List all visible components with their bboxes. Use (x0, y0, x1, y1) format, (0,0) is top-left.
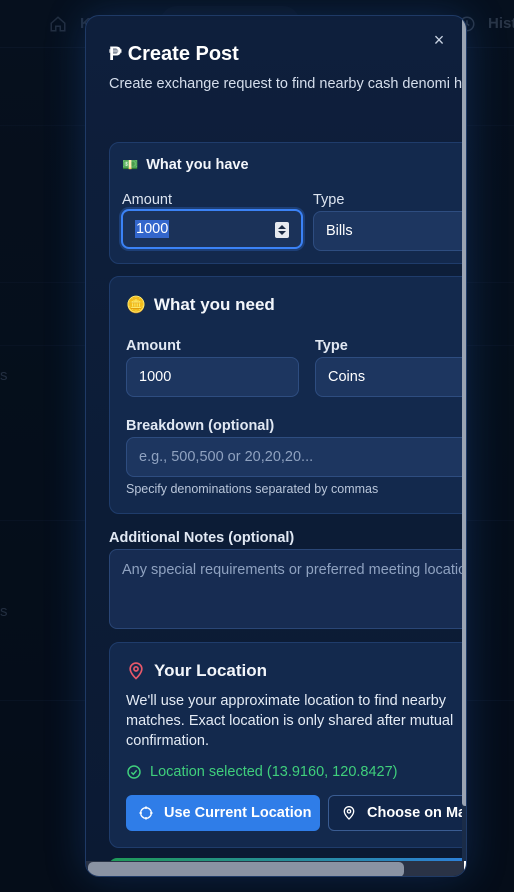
coin-icon: 🪙 (126, 297, 146, 314)
use-current-location-button[interactable]: Use Current Location (126, 795, 320, 831)
breakdown-input[interactable]: e.g., 500,500 or 20,20,20... (126, 437, 464, 477)
need-amount-input[interactable]: 1000 (126, 357, 299, 397)
modal-scroll-area: ₱ Create Post × Create exchange request … (86, 16, 464, 861)
have-type-value: Bills (326, 223, 353, 239)
use-current-location-label: Use Current Location (164, 805, 312, 821)
location-heading: Your Location (126, 661, 267, 681)
map-pin-icon (343, 806, 355, 820)
breakdown-label: Breakdown (optional) (126, 418, 275, 434)
modal-subtitle: Create exchange request to find nearby c… (109, 76, 464, 92)
have-type-select[interactable]: Bills (313, 211, 464, 251)
have-amount-value: 1000 (135, 220, 170, 238)
number-stepper-icon[interactable] (275, 222, 289, 238)
peso-icon: ₱ (109, 43, 122, 65)
notes-textarea[interactable]: Any special requirements or preferred me… (109, 549, 464, 629)
need-amount-value: 1000 (139, 369, 172, 385)
modal-title: ₱ Create Post (109, 43, 239, 66)
notes-placeholder: Any special requirements or preferred me… (122, 562, 464, 578)
have-heading: 💵 What you have (122, 157, 249, 173)
breakdown-placeholder: e.g., 500,500 or 20,20,20... (139, 449, 314, 465)
check-circle-icon (127, 765, 141, 779)
have-heading-text: What you have (146, 157, 249, 173)
horizontal-scrollbar-thumb[interactable] (88, 862, 404, 876)
money-icon: 💵 (122, 157, 139, 172)
location-status-text: Location selected (13.9160, 120.8427) (150, 764, 398, 780)
vertical-scrollbar[interactable] (462, 16, 466, 861)
vertical-scrollbar-thumb[interactable] (462, 16, 466, 806)
modal-title-text: Create Post (127, 43, 239, 65)
breakdown-hint: Specify denominations separated by comma… (126, 482, 379, 496)
need-amount-label: Amount (126, 338, 181, 354)
location-status: Location selected (13.9160, 120.8427) (126, 764, 398, 780)
location-heading-text: Your Location (154, 661, 268, 680)
location-description: We'll use your approximate location to f… (126, 693, 454, 749)
need-type-value: Coins (328, 369, 366, 385)
need-heading: 🪙 What you need (126, 295, 275, 315)
map-pin-icon (129, 662, 143, 680)
have-section: 💵 What you have Amount 1000 Type Bills (109, 142, 464, 264)
need-type-label: Type (315, 338, 348, 354)
have-type-label: Type (313, 192, 345, 208)
need-heading-text: What you need (153, 295, 275, 314)
choose-on-map-label: Choose on Ma (367, 805, 464, 821)
close-icon[interactable]: × (429, 30, 449, 50)
create-post-modal: ₱ Create Post × Create exchange request … (85, 15, 467, 877)
location-section: Your Location We'll use your approximate… (109, 642, 464, 848)
horizontal-scrollbar[interactable] (86, 861, 464, 876)
have-amount-label: Amount (122, 192, 172, 208)
need-type-select[interactable]: Coins (315, 357, 464, 397)
choose-on-map-button[interactable]: Choose on Ma (328, 795, 464, 831)
notes-label: Additional Notes (optional) (109, 530, 295, 546)
have-amount-input[interactable]: 1000 (121, 209, 303, 249)
crosshair-icon (139, 806, 153, 820)
need-section: 🪙 What you need Amount 1000 Type Coins B… (109, 276, 464, 514)
